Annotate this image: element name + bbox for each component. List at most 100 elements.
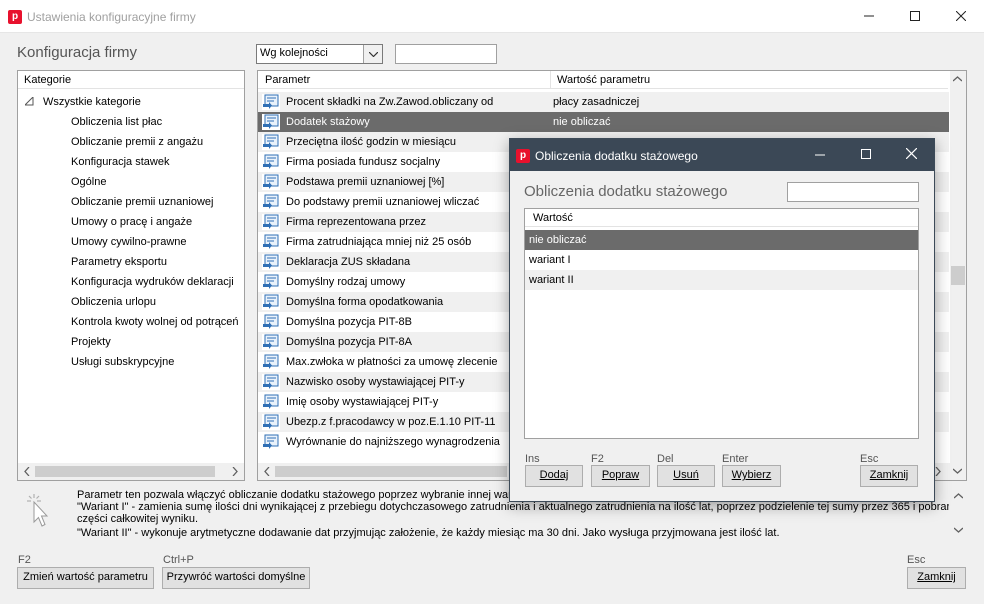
value-dialog: p Obliczenia dodatku stażowego Obliczeni…: [509, 138, 935, 502]
delete-label: Usuń: [673, 469, 699, 481]
parameter-name: Domyślna pozycja PIT-8B: [286, 316, 412, 328]
col-parametr[interactable]: Parametr: [265, 74, 310, 86]
sort-select[interactable]: Wg kolejności: [256, 44, 383, 64]
tree-collapse-icon[interactable]: [23, 95, 34, 106]
parameter-name: Wyrównanie do najniższego wynagrodzenia: [286, 436, 500, 448]
description-line: części całkowitej wyniku.: [77, 513, 199, 525]
categories-hscroll-thumb[interactable]: [35, 466, 215, 477]
minimize-button[interactable]: [846, 0, 892, 32]
parameter-icon: [262, 314, 280, 330]
dialog-search-input[interactable]: [787, 182, 919, 202]
close-icon[interactable]: [906, 148, 917, 159]
parameter-icon: [262, 194, 280, 210]
parameter-icon: [262, 114, 280, 130]
dialog-option[interactable]: wariant II: [525, 270, 918, 290]
delete-button[interactable]: Usuń: [657, 465, 715, 487]
maximize-button[interactable]: [892, 0, 938, 32]
scroll-left-icon[interactable]: [264, 467, 270, 476]
category-item[interactable]: Umowy cywilno-prawne: [71, 232, 243, 252]
category-item[interactable]: Obliczanie premii uznaniowej: [71, 192, 243, 212]
description-vscrollbar[interactable]: [951, 485, 967, 541]
window-title: Ustawienia konfiguracyjne firmy: [27, 10, 196, 24]
scroll-down-icon[interactable]: [954, 527, 963, 533]
params-hscroll-thumb[interactable]: [275, 466, 507, 477]
category-item[interactable]: Umowy o pracę i angaże: [71, 212, 243, 232]
category-item[interactable]: Obliczenia list płac: [71, 112, 243, 132]
category-item[interactable]: Kontrola kwoty wolnej od potrąceń: [71, 312, 243, 332]
description-line: "Wariant I" - zamienia sumę ilości dni w…: [77, 501, 949, 513]
maximize-icon[interactable]: [861, 149, 871, 159]
parameter-name: Deklaracja ZUS składana: [286, 256, 411, 268]
category-item[interactable]: Obliczenia urlopu: [71, 292, 243, 312]
params-vscroll-thumb[interactable]: [951, 266, 965, 285]
edit-button[interactable]: Popraw: [591, 465, 650, 487]
parameter-name: Firma zatrudniająca mniej niż 25 osób: [286, 236, 472, 248]
page-title: Konfiguracja firmy: [17, 44, 138, 61]
delete-key-hint: Del: [657, 453, 674, 465]
parameter-name: Ubezp.z f.pracodawcy w poz.E.1.10 PIT-11: [286, 416, 496, 428]
category-item[interactable]: Projekty: [71, 332, 243, 352]
dialog-values-list: Wartość nie obliczać wariant Iwariant II: [524, 208, 919, 439]
parameter-value: płacy zasadniczej: [553, 96, 640, 108]
dialog-title: Obliczenia dodatku stażowego: [535, 149, 698, 163]
chevron-down-icon[interactable]: [363, 45, 382, 63]
parameter-icon: [262, 434, 280, 450]
parameter-icon: [262, 394, 280, 410]
add-button[interactable]: Dodaj: [525, 465, 583, 487]
table-row[interactable]: Procent składki na Zw.Zawod.obliczany od…: [258, 92, 949, 112]
restore-defaults-button[interactable]: Przywróć wartości domyślne: [162, 567, 310, 589]
parameter-name: Procent składki na Zw.Zawod.obliczany od: [286, 96, 494, 108]
col-wartosc[interactable]: Wartość parametru: [557, 74, 650, 86]
sort-select-value: Wg kolejności: [260, 47, 328, 59]
change-value-label: Zmień wartość parametru: [23, 571, 148, 583]
dialog-col-header: Wartość: [525, 209, 918, 227]
scroll-left-icon[interactable]: [24, 467, 30, 476]
col-divider: [550, 71, 551, 89]
cursor-click-icon: [27, 494, 49, 527]
categories-panel: Kategorie Wszystkie kategorie Obliczenia…: [17, 70, 245, 481]
category-item[interactable]: Parametry eksportu: [71, 252, 243, 272]
select-button[interactable]: Wybierz: [722, 465, 781, 487]
tree-root-label: Wszystkie kategorie: [43, 96, 141, 108]
dialog-close-button[interactable]: Zamknij: [860, 465, 918, 487]
scroll-right-icon[interactable]: [935, 467, 941, 476]
parameter-icon: [262, 174, 280, 190]
categories-hscrollbar[interactable]: [18, 463, 244, 480]
parameter-icon: [262, 254, 280, 270]
restore-defaults-label: Przywróć wartości domyślne: [166, 571, 306, 583]
parameter-name: Domyślny rodzaj umowy: [286, 276, 406, 288]
close-icon: [956, 11, 966, 21]
category-item[interactable]: Obliczanie premii z angażu: [71, 132, 243, 152]
parameter-name: Imię osoby wystawiającej PIT-y: [286, 396, 439, 408]
close-window-button[interactable]: [938, 0, 984, 32]
parameter-name: Domyślna forma opodatkowania: [286, 296, 444, 308]
scroll-right-icon[interactable]: [232, 467, 238, 476]
tree-root[interactable]: Wszystkie kategorie: [23, 92, 141, 112]
description-line: "Wariant II" - wykonuje arytmetyczne dod…: [77, 527, 780, 539]
search-input[interactable]: [395, 44, 497, 64]
parameter-icon: [262, 374, 280, 390]
restore-key-hint: Ctrl+P: [163, 554, 194, 566]
dialog-rows: nie obliczać wariant Iwariant II: [525, 230, 918, 290]
category-item[interactable]: Usługi subskrypcyjne: [71, 352, 243, 372]
parameter-name: Domyślna pozycja PIT-8A: [286, 336, 412, 348]
scroll-up-icon[interactable]: [953, 76, 962, 82]
table-row[interactable]: Dodatek stażowy nie obliczać: [258, 112, 949, 132]
dialog-option[interactable]: nie obliczać: [525, 230, 918, 250]
category-item[interactable]: Konfiguracja stawek: [71, 152, 243, 172]
minimize-icon: [864, 15, 874, 17]
category-item[interactable]: Ogólne: [71, 172, 243, 192]
category-item[interactable]: Konfiguracja wydruków deklaracji: [71, 272, 243, 292]
close-button[interactable]: Zamknij: [907, 567, 966, 589]
parameter-name: Nazwisko osoby wystawiającej PIT-y: [286, 376, 465, 388]
category-list: Obliczenia list płac Obliczanie premii z …: [71, 112, 243, 372]
scroll-down-icon[interactable]: [953, 468, 962, 474]
params-vscrollbar[interactable]: [950, 71, 966, 463]
parameter-icon: [262, 154, 280, 170]
minimize-icon[interactable]: [815, 154, 825, 156]
scroll-up-icon[interactable]: [954, 493, 963, 499]
params-grid-header: Parametr Wartość parametru: [258, 71, 948, 89]
add-key-hint: Ins: [525, 453, 540, 465]
change-value-button[interactable]: Zmień wartość parametru: [17, 567, 154, 589]
dialog-option[interactable]: wariant I: [525, 250, 918, 270]
